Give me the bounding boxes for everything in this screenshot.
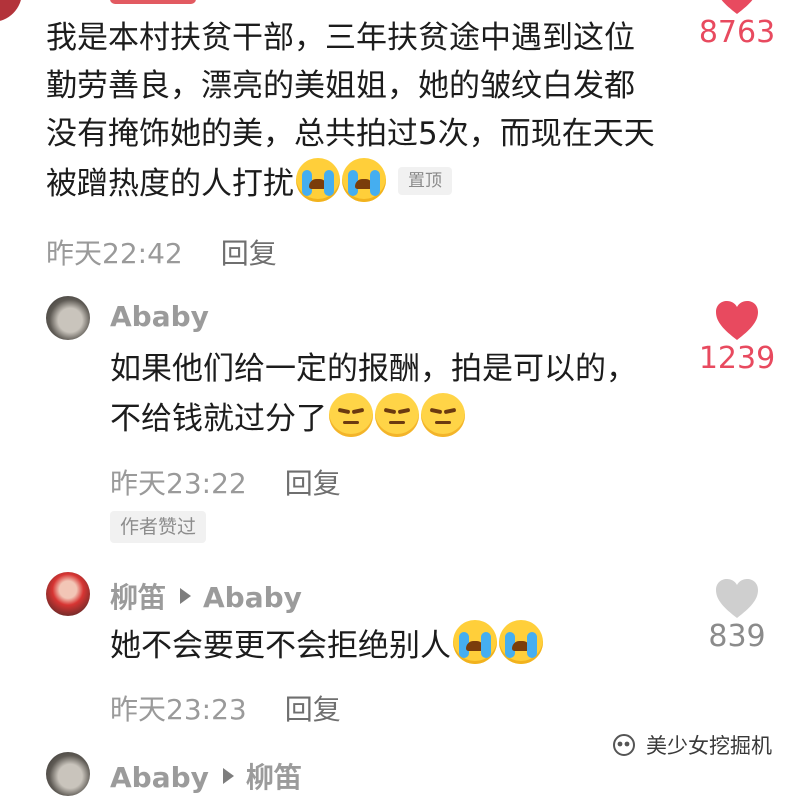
unamused-emoji-icon — [421, 393, 465, 437]
reply-button[interactable]: 回复 — [221, 237, 277, 270]
username[interactable]: 柳笛 Ababy — [110, 576, 302, 616]
avatar[interactable] — [46, 572, 90, 616]
reply-arrow-icon — [222, 768, 234, 784]
username[interactable]: Ababy 柳笛 — [110, 756, 302, 796]
wechat-official-account-icon — [613, 734, 635, 756]
like-button[interactable]: 839 — [692, 578, 782, 654]
loudly-crying-emoji-icon — [296, 158, 340, 202]
like-count: 839 — [708, 619, 766, 654]
reply-button[interactable]: 回复 — [285, 467, 341, 500]
comment-line: 不给钱就过分了 — [110, 393, 637, 443]
comment-line: 我是本村扶贫干部，三年扶贫途中遇到这位 — [46, 20, 635, 56]
comment-meta: 昨天23:23 回复 — [110, 688, 341, 728]
timestamp: 昨天23:23 — [110, 693, 247, 726]
avatar[interactable] — [46, 296, 90, 340]
comment-meta: 昨天23:22 回复 — [110, 462, 341, 502]
author-liked-badge: 作者赞过 — [110, 511, 207, 543]
like-button[interactable]: 1239 — [692, 300, 782, 376]
heart-filled-icon — [716, 579, 758, 618]
reply-button[interactable]: 回复 — [285, 693, 341, 726]
username-tag — [110, 0, 196, 4]
heart-filled-icon — [716, 301, 758, 340]
comment-meta: 昨天22:42 回复 — [46, 232, 277, 272]
pinned-badge: 置顶 — [398, 167, 452, 195]
reply-arrow-icon — [180, 588, 192, 604]
loudly-crying-emoji-icon — [342, 158, 386, 202]
like-count: 8763 — [698, 15, 776, 50]
watermark: 美少女挖掘机 — [612, 730, 772, 760]
loudly-crying-emoji-icon — [499, 620, 543, 664]
username[interactable]: Ababy — [110, 300, 209, 333]
heart-filled-icon — [721, 0, 753, 14]
reply-to-username[interactable]: Ababy — [203, 581, 302, 614]
comment-line: 她不会要更不会拒绝别人 — [110, 620, 543, 670]
avatar[interactable] — [46, 752, 90, 796]
timestamp: 昨天23:22 — [110, 467, 247, 500]
loudly-crying-emoji-icon — [453, 620, 497, 664]
username-text: 柳笛 — [110, 581, 167, 614]
unamused-emoji-icon — [375, 393, 419, 437]
comment-line: 被蹭热度的人打扰 置顶 — [46, 158, 655, 208]
comment-text: 我是本村扶贫干部，三年扶贫途中遇到这位 勤劳善良，漂亮的美姐姐，她的皱纹白发都 … — [46, 14, 655, 208]
watermark-text: 美少女挖掘机 — [646, 734, 772, 758]
comment-text: 如果他们给一定的报酬，拍是可以的， 不给钱就过分了 — [110, 345, 637, 443]
avatar[interactable] — [0, 0, 22, 22]
like-button[interactable]: 8763 — [692, 0, 782, 50]
comment-line: 如果他们给一定的报酬，拍是可以的， — [110, 351, 637, 387]
timestamp: 昨天22:42 — [46, 237, 183, 270]
like-count: 1239 — [698, 341, 776, 376]
unamused-emoji-icon — [329, 393, 373, 437]
comment-line: 没有掩饰她的美，总共拍过5次，而现在天天 — [46, 116, 655, 152]
comment-line: 勤劳善良，漂亮的美姐姐，她的皱纹白发都 — [46, 68, 635, 104]
comment-text: 她不会要更不会拒绝别人 — [110, 620, 543, 670]
